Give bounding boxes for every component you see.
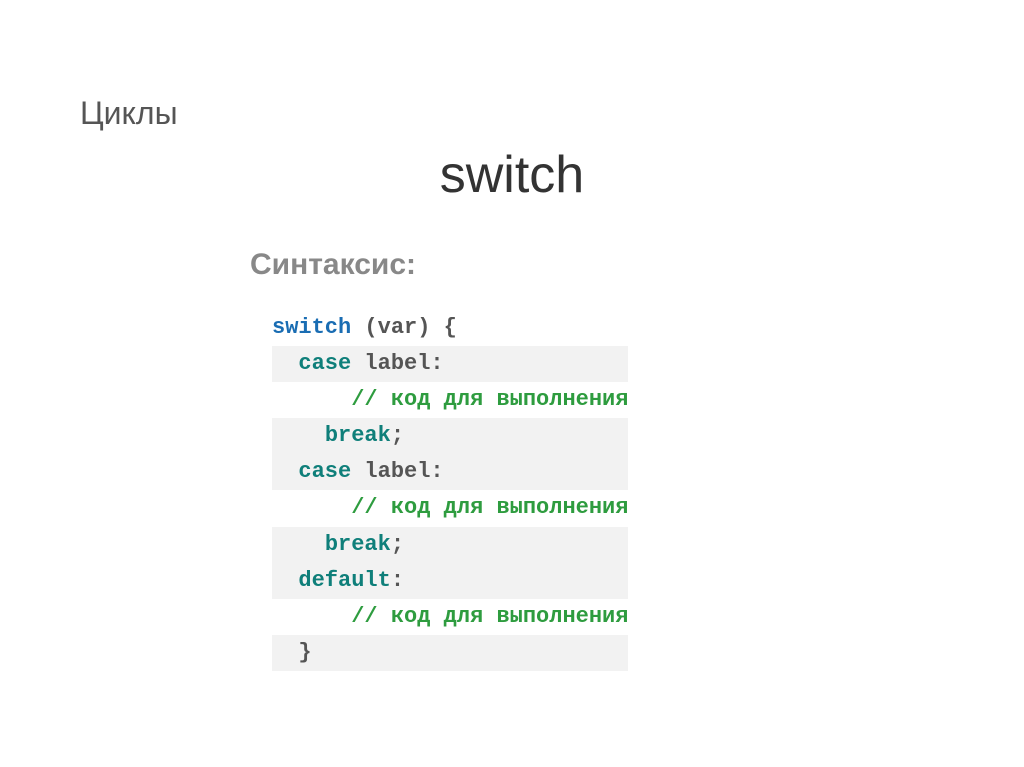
code-line-10: } xyxy=(272,635,628,671)
code-block: switch (var) { case label: // код для вы… xyxy=(272,310,628,671)
keyword-break: break xyxy=(325,532,391,557)
code-text: (var) { xyxy=(351,315,457,340)
keyword-break: break xyxy=(325,423,391,448)
code-line-9: // код для выполнения xyxy=(272,599,628,635)
keyword-default: default xyxy=(298,568,390,593)
code-comment: // код для выполнения xyxy=(351,495,628,520)
keyword-switch: switch xyxy=(272,315,351,340)
code-line-1: switch (var) { xyxy=(272,310,628,346)
page-title: switch xyxy=(0,145,1024,205)
code-text: label: xyxy=(351,459,443,484)
syntax-label: Синтаксис: xyxy=(250,248,416,282)
code-text: ; xyxy=(391,423,404,448)
code-line-2: case label: xyxy=(272,346,628,382)
code-line-6: // код для выполнения xyxy=(272,490,628,526)
code-line-5: case label: xyxy=(272,454,628,490)
code-line-8: default: xyxy=(272,563,628,599)
code-text: : xyxy=(391,568,404,593)
breadcrumb: Циклы xyxy=(80,95,178,132)
code-line-7: break; xyxy=(272,527,628,563)
keyword-case: case xyxy=(298,459,351,484)
code-line-4: break; xyxy=(272,418,628,454)
code-line-3: // код для выполнения xyxy=(272,382,628,418)
code-text: ; xyxy=(391,532,404,557)
code-comment: // код для выполнения xyxy=(351,604,628,629)
code-text: label: xyxy=(351,351,443,376)
keyword-case: case xyxy=(298,351,351,376)
code-text: } xyxy=(298,640,311,665)
code-comment: // код для выполнения xyxy=(351,387,628,412)
